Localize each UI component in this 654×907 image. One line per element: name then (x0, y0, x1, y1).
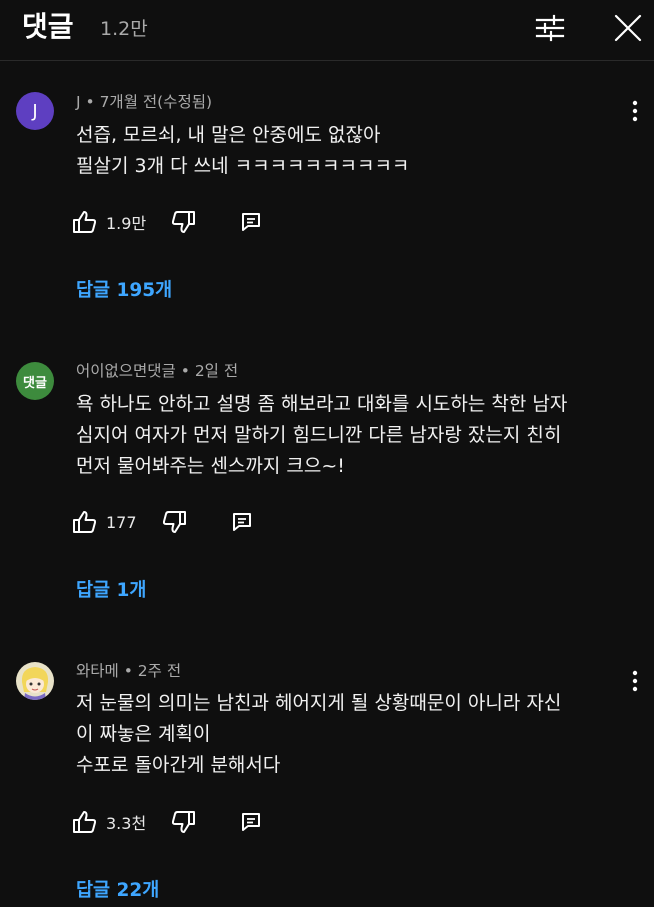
comment-meta: J • 7개월 전(수정됨) (76, 93, 213, 111)
close-button[interactable] (608, 10, 648, 46)
kebab-menu-icon (632, 100, 638, 122)
view-replies-link[interactable]: 답글 195개 (76, 278, 172, 304)
thumbs-up-icon (73, 511, 97, 533)
comment-reply-icon (242, 213, 261, 231)
like-button[interactable]: 3.3천 (72, 810, 170, 834)
comment-text: 선즙, 모르쇠, 내 말은 안중에도 없잖아 필살기 3개 다 쓰네 ㅋㅋㅋㅋㅋ… (76, 124, 410, 177)
sort-filter-button[interactable] (530, 10, 570, 46)
anime-character-avatar-icon (21, 667, 49, 700)
comment-text: 욕 하나도 안하고 설명 좀 해보라고 대화를 시도하는 착한 남자 심지어 여… (76, 393, 568, 477)
thumbs-down-icon (162, 511, 186, 533)
comment-item: 와타메 • 2주 전 저 눈물의 의미는 남친과 헤어지게 될 상황때문이 아니… (0, 658, 654, 907)
avatar-letter: J (32, 100, 38, 122)
thumbs-down-icon (172, 811, 196, 833)
comments-header: 댓글 1.2만 (0, 0, 654, 61)
comment-actions: 1.9만 (72, 207, 262, 237)
comment-meta: 어이없으면댓글 • 2일 전 (76, 362, 239, 380)
more-options-button[interactable] (620, 96, 650, 126)
comment-item: 댓글 어이없으면댓글 • 2일 전 욕 하나도 안하고 설명 좀 해보라고 대화… (0, 358, 654, 608)
like-count: 3.3천 (106, 814, 147, 833)
reply-comment-button[interactable] (240, 211, 262, 233)
view-replies-link[interactable]: 답글 22개 (76, 878, 159, 904)
comment-item: J J • 7개월 전(수정됨) 선즙, 모르쇠, 내 말은 안중에도 없잖아 … (0, 88, 654, 318)
comment-actions: 3.3천 (72, 807, 262, 837)
comment-reply-icon (232, 513, 251, 531)
comment-actions: 177 (72, 507, 253, 537)
view-replies-link[interactable]: 답글 1개 (76, 578, 146, 604)
reply-comment-button[interactable] (231, 511, 253, 533)
dislike-button[interactable] (161, 510, 187, 534)
comment-reply-icon (242, 813, 261, 831)
avatar-text: 댓글 (23, 375, 47, 391)
dislike-button[interactable] (170, 210, 196, 234)
reply-comment-button[interactable] (240, 811, 262, 833)
like-button[interactable]: 1.9만 (72, 210, 170, 234)
avatar[interactable]: 댓글 (16, 362, 54, 400)
dislike-button[interactable] (170, 810, 196, 834)
comment-text: 저 눈물의 의미는 남친과 헤어지게 될 상황때문이 아니라 자신 이 짜놓은 … (76, 692, 562, 776)
sliders-icon (535, 14, 565, 42)
thumbs-up-icon (73, 811, 97, 833)
comments-count: 1.2만 (100, 18, 148, 40)
comment-meta: 와타메 • 2주 전 (76, 662, 182, 680)
like-count: 177 (106, 512, 137, 532)
thumbs-down-icon (172, 211, 196, 233)
comments-title: 댓글 (22, 10, 74, 43)
like-count: 1.9만 (106, 214, 147, 233)
avatar[interactable]: J (16, 92, 54, 130)
thumbs-up-icon (73, 211, 97, 233)
avatar[interactable] (16, 662, 54, 700)
close-icon (614, 14, 642, 42)
like-button[interactable]: 177 (72, 510, 161, 534)
